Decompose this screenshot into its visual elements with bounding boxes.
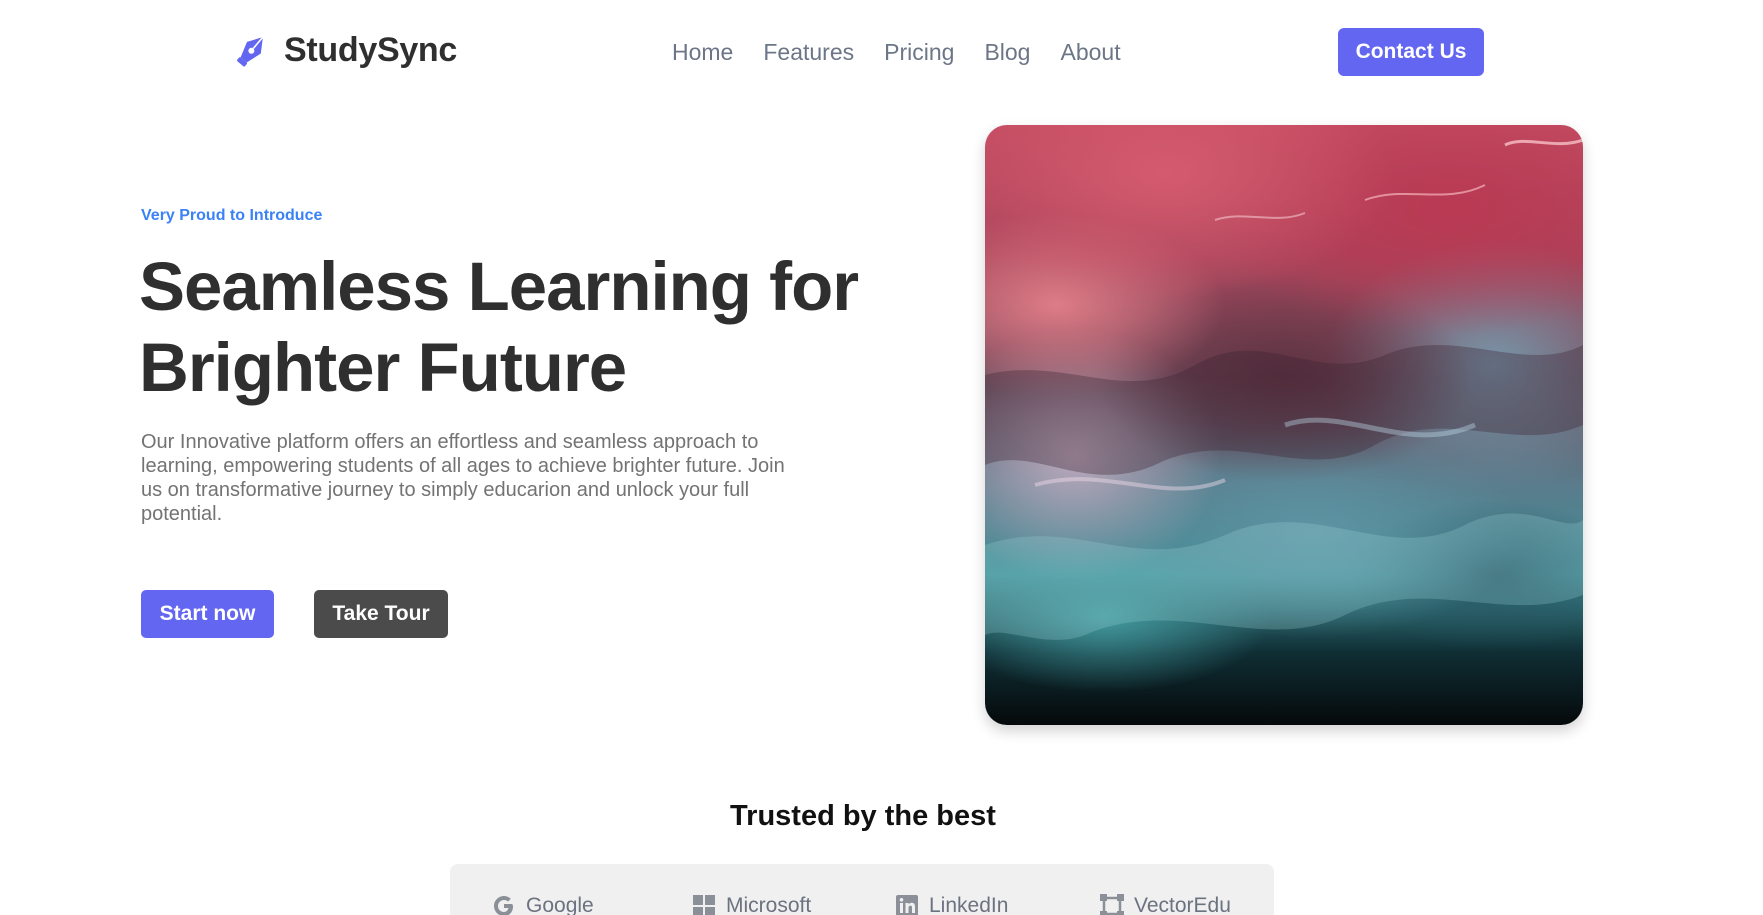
hero-title-line-1: Seamless Learning for	[139, 248, 859, 325]
nav-about[interactable]: About	[1060, 36, 1120, 68]
brand-microsoft: Microsoft	[690, 892, 811, 915]
linkedin-icon	[896, 895, 918, 915]
nav-pricing[interactable]: Pricing	[884, 36, 954, 68]
take-tour-button[interactable]: Take Tour	[314, 590, 448, 638]
hero-eyebrow: Very Proud to Introduce	[141, 207, 323, 224]
hero-title: Seamless Learning for Brighter Future	[139, 246, 879, 408]
brand-google: Google	[490, 892, 594, 915]
hero-description: Our Innovative platform offers an effort…	[141, 431, 785, 525]
start-now-button[interactable]: Start now	[141, 590, 274, 638]
brand-vectoredu-label: VectorEdu	[1134, 894, 1231, 915]
landing-page: StudySync Home Features Pricing Blog Abo…	[0, 0, 1763, 915]
brand-linkedin-label: LinkedIn	[929, 894, 1009, 915]
brand-logo[interactable]: StudySync	[232, 30, 457, 70]
google-icon	[494, 896, 513, 915]
hero-image	[985, 125, 1583, 725]
main-nav: Home Features Pricing Blog About	[672, 36, 1121, 68]
nav-blog[interactable]: Blog	[984, 36, 1030, 68]
brand-linkedin: LinkedIn	[893, 892, 1008, 915]
hero-title-line-2: Brighter Future	[139, 329, 627, 406]
nav-home[interactable]: Home	[672, 36, 733, 68]
microsoft-icon	[693, 895, 715, 915]
nav-features[interactable]: Features	[763, 36, 854, 68]
vector-icon	[1100, 894, 1124, 915]
brand-google-label: Google	[526, 894, 594, 915]
brand-microsoft-label: Microsoft	[726, 894, 812, 915]
brand-vectoredu: VectorEdu	[1098, 892, 1231, 915]
pen-nib-icon	[237, 36, 264, 67]
contact-us-button[interactable]: Contact Us	[1338, 28, 1484, 76]
trusted-title: Trusted by the best	[730, 800, 996, 832]
trusted-logos-bar: Google Microsoft LinkedIn VectorEdu	[450, 864, 1274, 915]
brand-name: StudySync	[284, 31, 458, 69]
abstract-fluid-art	[985, 138, 1583, 640]
